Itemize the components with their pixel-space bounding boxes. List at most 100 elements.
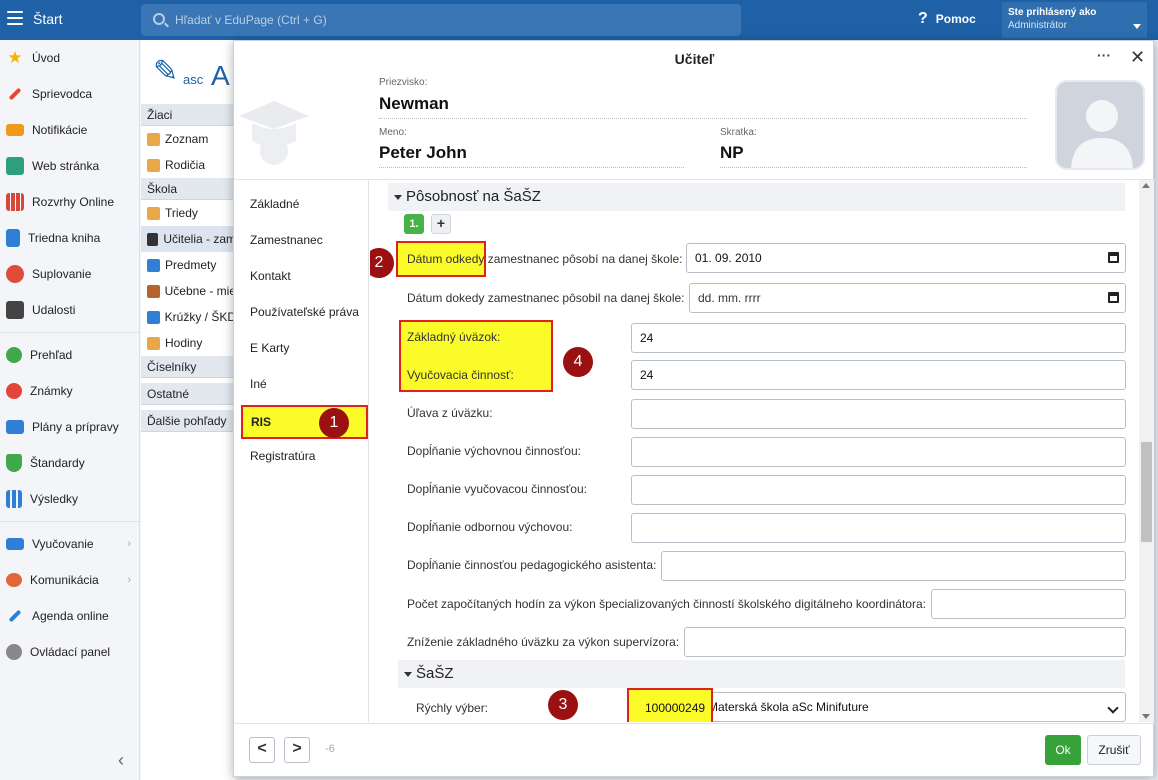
prof-fill-input[interactable] [631, 513, 1126, 543]
assist-fill-input[interactable] [661, 551, 1126, 581]
section-sasz[interactable]: ŠaŠZ [398, 660, 1125, 688]
tab-zakladne[interactable]: Základné [250, 197, 299, 211]
group-skola[interactable]: Škola [141, 178, 236, 200]
gear-icon [6, 644, 22, 660]
sub-item-zoznam[interactable]: Zoznam [141, 126, 236, 152]
annotation-badge-1: 1 [319, 408, 349, 438]
scrollbar-thumb[interactable] [1141, 442, 1152, 542]
base-load-input[interactable]: 24 [631, 323, 1126, 353]
tab-registratura[interactable]: Registratúra [250, 449, 315, 463]
group-ziaci[interactable]: Žiaci [141, 104, 236, 126]
supervisor-label: Zníženie základného úväzku za výkon supe… [407, 635, 680, 649]
date-to-input[interactable]: dd. mm. rrrr [689, 283, 1126, 313]
date-from-input[interactable]: 01. 09. 2010 [686, 243, 1126, 273]
nav-item-triedna-kniha[interactable]: Triedna kniha [0, 220, 139, 256]
user-menu[interactable]: Ste prihlásený ako Administrátor [1002, 2, 1147, 38]
next-record-button[interactable]: > [284, 737, 310, 763]
book-icon [6, 229, 20, 247]
abbr-underline [720, 167, 1027, 168]
tab-kontakt[interactable]: Kontakt [250, 269, 291, 283]
nav-item-znamky[interactable]: Známky [0, 373, 139, 409]
tab-pouzivatelske-prava[interactable]: Používateľské práva [250, 305, 359, 319]
group-ciselniky[interactable]: Číselníky [141, 356, 236, 378]
surname-value[interactable]: Newman [379, 94, 449, 114]
edu-fill-input[interactable] [631, 437, 1126, 467]
start-link[interactable]: Štart [33, 11, 63, 27]
scroll-up-icon[interactable] [1142, 183, 1150, 188]
nav-item-plany[interactable]: Plány a prípravy [0, 409, 139, 445]
person-silhouette-icon [1071, 100, 1133, 168]
quick-select-label: Rýchly výber: [416, 701, 489, 715]
relief-input[interactable] [631, 399, 1126, 429]
global-search[interactable] [141, 4, 741, 36]
tab-zamestnanec[interactable]: Zamestnanec [250, 233, 323, 247]
sub-item-ucitelia[interactable]: Učitelia - zam [141, 226, 236, 252]
nav-item-standardy[interactable]: Štandardy [0, 445, 139, 481]
digital-coord-input[interactable] [931, 589, 1126, 619]
teaching-input[interactable]: 24 [631, 360, 1126, 390]
ok-button[interactable]: Ok [1045, 735, 1081, 765]
nav-item-udalosti[interactable]: Udalosti [0, 292, 139, 328]
teach-fill-input[interactable] [631, 475, 1126, 505]
sub-item-kruzky[interactable]: Krúžky / ŠKD [141, 304, 236, 330]
close-icon[interactable]: ✕ [1130, 47, 1145, 68]
calendar-icon[interactable] [1108, 292, 1119, 303]
sub-item-triedy[interactable]: Triedy [141, 200, 236, 226]
nav-item-web[interactable]: Web stránka [0, 148, 139, 184]
nav-item-suplovanie[interactable]: Suplovanie [0, 256, 139, 292]
nav-item-ovladaci-panel[interactable]: Ovládací panel [0, 634, 139, 670]
abbr-value[interactable]: NP [720, 143, 744, 163]
supervisor-input[interactable] [684, 627, 1126, 657]
cancel-button[interactable]: Zrušiť [1087, 735, 1141, 765]
tab-ine[interactable]: Iné [250, 377, 267, 391]
nav-divider [0, 521, 139, 522]
section-posobnost[interactable]: Pôsobnosť na ŠaŠZ [388, 183, 1125, 211]
check-circle-icon [6, 347, 22, 363]
base-load-label: Základný úväzok: [407, 330, 501, 344]
door-icon [147, 284, 160, 298]
group-ostatne[interactable]: Ostatné [141, 383, 236, 405]
home-icon [6, 157, 24, 175]
person-icon [6, 265, 24, 283]
prev-record-button[interactable]: < [249, 737, 275, 763]
group-dalsie-pohlady[interactable]: Ďalšie pohľady [141, 410, 236, 432]
scroll-down-icon[interactable] [1142, 714, 1150, 719]
calendar-icon[interactable] [1108, 252, 1119, 263]
collapse-triangle-icon [404, 672, 412, 677]
nav-item-sprievodca[interactable]: Sprievodca [0, 76, 139, 112]
puzzle-icon [147, 310, 160, 324]
nav-item-agenda[interactable]: Agenda online [0, 598, 139, 634]
nav-item-prehlad[interactable]: Prehľad [0, 337, 139, 373]
pen-icon [8, 609, 22, 623]
avatar[interactable] [1055, 80, 1145, 170]
more-options-icon[interactable]: ··· [1097, 47, 1111, 63]
sub-item-rodicia[interactable]: Rodičia [141, 152, 236, 178]
record-tab-1[interactable]: 1. [404, 214, 424, 234]
collapse-sidebar-icon[interactable]: ‹ [118, 750, 124, 771]
tab-e-karty[interactable]: E Karty [250, 341, 289, 355]
nav-item-uvod[interactable]: ★ Úvod [0, 40, 139, 76]
sub-item-ucebne[interactable]: Učebne - mie [141, 278, 236, 304]
open-book-icon [6, 538, 24, 550]
search-input[interactable] [175, 4, 735, 36]
user-role: Administrátor [1008, 20, 1067, 31]
nav-item-rozvrhy[interactable]: Rozvrhy Online [0, 184, 139, 220]
nav-item-komunikacia[interactable]: Komunikácia › [0, 562, 139, 598]
nav-item-vysledky[interactable]: Výsledky [0, 481, 139, 517]
sub-item-hodiny[interactable]: Hodiny [141, 330, 236, 356]
name-value[interactable]: Peter John [379, 143, 467, 163]
surname-label: Priezvisko: [379, 77, 428, 88]
hamburger-menu-icon[interactable] [7, 11, 23, 25]
sub-item-predmety[interactable]: Predmety [141, 252, 236, 278]
pen-logo-icon: ✎ [153, 55, 179, 88]
teach-fill-label: Dopĺňanie vyučovacou činnosťou: [407, 482, 587, 496]
annotation-badge-3: 3 [548, 690, 578, 720]
bar-chart-icon [6, 490, 22, 508]
grade-icon [6, 383, 22, 399]
content-scrollbar[interactable] [1139, 180, 1154, 722]
help-link[interactable]: ? Pomoc [918, 10, 976, 28]
nav-item-notifikacie[interactable]: Notifikácie [0, 112, 139, 148]
abbr-label: Skratka: [720, 127, 757, 138]
add-record-button[interactable]: + [431, 214, 451, 234]
nav-item-vyucovanie[interactable]: Vyučovanie › [0, 526, 139, 562]
